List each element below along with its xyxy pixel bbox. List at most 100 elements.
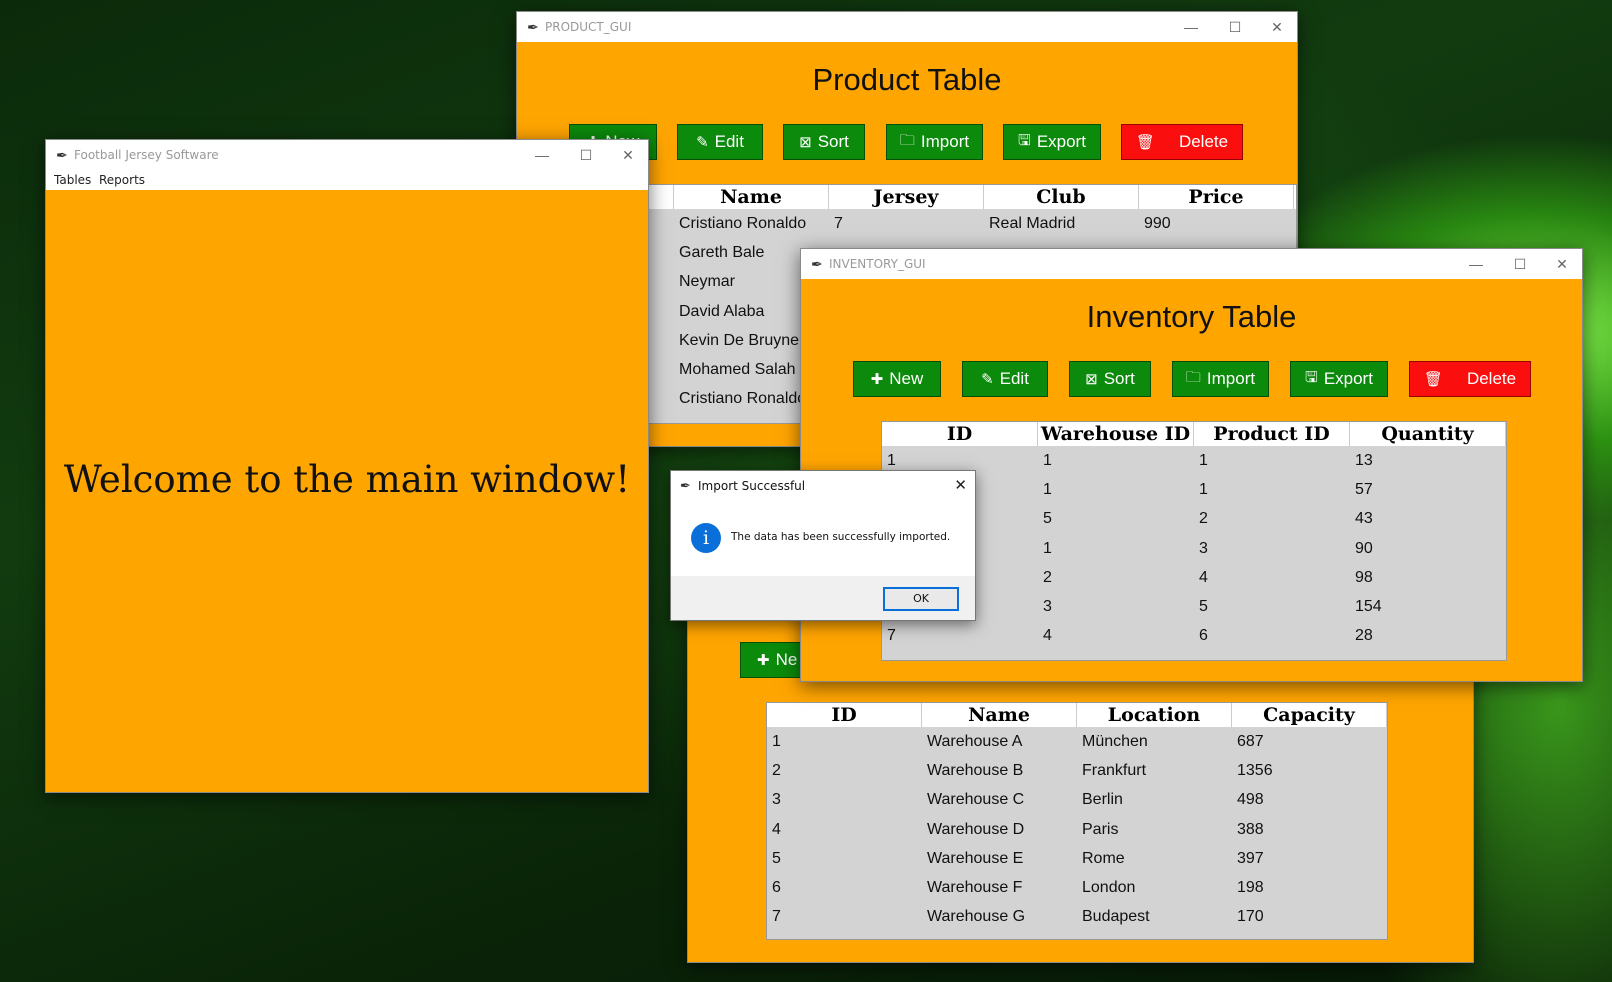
table-cell: 7 xyxy=(772,908,781,926)
plus-icon: ✚ xyxy=(870,371,884,388)
product-delete-button[interactable]: 🗑 Delete xyxy=(1121,124,1243,160)
table-row[interactable]: 3 Warehouse C Berlin 498 xyxy=(767,785,1387,814)
dialog-footer: OK xyxy=(671,576,975,620)
table-cell: 2 xyxy=(772,762,781,780)
table-cell: Berlin xyxy=(1082,791,1123,809)
inventory-edit-button[interactable]: ✎ Edit xyxy=(962,361,1048,397)
warehouse-table-header: ID Name Location Capacity xyxy=(767,703,1387,727)
column-header[interactable]: Name xyxy=(674,185,829,209)
table-cell: 13 xyxy=(1355,452,1373,469)
menu-reports[interactable]: Reports xyxy=(99,173,145,187)
minimize-icon[interactable]: — xyxy=(1460,253,1492,275)
product-heading: Product Table xyxy=(812,62,1002,97)
menu-tables[interactable]: Tables xyxy=(54,173,91,187)
column-header[interactable]: Quantity xyxy=(1350,422,1506,446)
ok-button[interactable]: OK xyxy=(883,587,959,611)
table-cell: Warehouse D xyxy=(927,820,1025,838)
inventory-export-button[interactable]: 🖫 Export xyxy=(1290,361,1388,397)
pencil-icon: ✎ xyxy=(696,134,709,151)
table-cell: 3 xyxy=(1199,539,1208,557)
product-titlebar[interactable]: ✒ PRODUCT_GUI — ☐ ✕ xyxy=(517,12,1297,42)
table-cell: Paris xyxy=(1082,820,1119,838)
maximize-icon[interactable]: ☐ xyxy=(1219,16,1251,38)
feather-icon: ✒ xyxy=(56,147,68,163)
table-cell: London xyxy=(1082,878,1136,896)
dialog-titlebar[interactable]: ✒ Import Successful ✕ xyxy=(671,471,975,501)
table-cell: 1 xyxy=(772,733,781,750)
table-cell: Warehouse A xyxy=(927,733,1023,750)
column-header[interactable]: ID xyxy=(882,422,1038,446)
column-header[interactable]: Price xyxy=(1139,185,1294,209)
table-cell: 3 xyxy=(1043,597,1052,615)
import-dialog: ✒ Import Successful ✕ i The data has bee… xyxy=(670,470,976,621)
table-row[interactable]: 6 Warehouse F London 198 xyxy=(767,873,1387,902)
table-cell: 90 xyxy=(1355,539,1373,557)
table-cell: 7 xyxy=(834,215,843,232)
warehouse-table[interactable]: ID Name Location Capacity 1 Warehouse A Mü… xyxy=(766,702,1388,940)
inventory-sort-button[interactable]: ⊠ Sort xyxy=(1069,361,1151,397)
table-row[interactable]: 7 4 6 28 xyxy=(882,621,1506,650)
trash-icon: 🗑 xyxy=(1423,371,1443,388)
column-header[interactable]: Club xyxy=(984,185,1139,209)
close-icon[interactable]: ✕ xyxy=(612,144,644,166)
table-cell: 687 xyxy=(1237,733,1264,750)
table-cell: 198 xyxy=(1237,878,1264,896)
table-row[interactable]: 1 Warehouse A München 687 xyxy=(767,727,1387,756)
maximize-icon[interactable]: ☐ xyxy=(1504,253,1536,275)
table-cell: 5 xyxy=(772,849,781,867)
table-cell: 2 xyxy=(1043,568,1052,586)
column-header[interactable]: Product ID xyxy=(1194,422,1350,446)
save-icon: 🖫 xyxy=(1018,131,1031,149)
column-header[interactable]: Name xyxy=(922,703,1077,727)
inventory-heading: Inventory Table xyxy=(1086,299,1297,334)
table-cell: 7 xyxy=(887,627,896,645)
column-header[interactable]: Location xyxy=(1077,703,1232,727)
close-icon[interactable]: ✕ xyxy=(1546,253,1578,275)
plus-icon: ✚ xyxy=(757,652,770,669)
inventory-import-button[interactable]: 🗀 Import xyxy=(1172,361,1269,397)
table-row[interactable]: 7 Warehouse G Budapest 170 xyxy=(767,902,1387,931)
maximize-icon[interactable]: ☐ xyxy=(570,144,602,166)
product-sort-button[interactable]: ⊠ Sort xyxy=(783,124,865,160)
menu-bar: Tables Reports xyxy=(46,170,648,190)
table-cell: 1356 xyxy=(1237,762,1273,780)
minimize-icon[interactable]: — xyxy=(1175,16,1207,38)
table-cell: Real Madrid xyxy=(989,215,1076,232)
product-import-button[interactable]: 🗀 Import xyxy=(886,124,983,160)
table-cell: Cristiano Ronaldo xyxy=(679,215,807,232)
folder-icon: 🗀 xyxy=(899,131,915,149)
table-cell: 3 xyxy=(772,791,781,809)
table-cell: 6 xyxy=(772,878,781,896)
table-cell: 5 xyxy=(1199,597,1208,615)
table-cell: 28 xyxy=(1355,627,1373,645)
inventory-new-button[interactable]: ✚ New xyxy=(853,361,941,397)
table-cell: 498 xyxy=(1237,791,1264,809)
pencil-icon: ✎ xyxy=(981,371,994,388)
table-cell: 2 xyxy=(1199,510,1208,528)
table-row[interactable]: 4 Warehouse D Paris 388 xyxy=(767,815,1387,844)
table-cell: 388 xyxy=(1237,820,1264,838)
product-edit-button[interactable]: ✎ Edit xyxy=(677,124,763,160)
column-header[interactable]: ID xyxy=(767,703,922,727)
table-cell: 990 xyxy=(1144,215,1171,232)
table-row[interactable]: 2 Warehouse B Frankfurt 1356 xyxy=(767,756,1387,785)
table-cell: 57 xyxy=(1355,481,1373,499)
table-cell: 1 xyxy=(1043,539,1052,557)
inventory-delete-button[interactable]: 🗑 Delete xyxy=(1409,361,1531,397)
table-cell: Frankfurt xyxy=(1082,762,1147,780)
table-row[interactable]: 5 Warehouse E Rome 397 xyxy=(767,844,1387,873)
column-header[interactable]: Warehouse ID xyxy=(1038,422,1194,446)
table-cell: Warehouse F xyxy=(927,878,1023,896)
column-header[interactable]: Jersey xyxy=(829,185,984,209)
inventory-titlebar[interactable]: ✒ INVENTORY_GUI — ☐ ✕ xyxy=(801,249,1582,279)
feather-icon: ✒ xyxy=(680,478,691,493)
feather-icon: ✒ xyxy=(811,256,823,272)
close-icon[interactable]: ✕ xyxy=(1261,16,1293,38)
close-icon[interactable]: ✕ xyxy=(954,476,967,494)
table-cell: 4 xyxy=(772,820,781,838)
minimize-icon[interactable]: — xyxy=(526,144,558,166)
column-header[interactable]: Capacity xyxy=(1232,703,1387,727)
product-export-button[interactable]: 🖫 Export xyxy=(1003,124,1101,160)
inventory-window-title: INVENTORY_GUI xyxy=(829,257,926,271)
main-titlebar[interactable]: ✒ Football Jersey Software — ☐ ✕ xyxy=(46,140,648,170)
